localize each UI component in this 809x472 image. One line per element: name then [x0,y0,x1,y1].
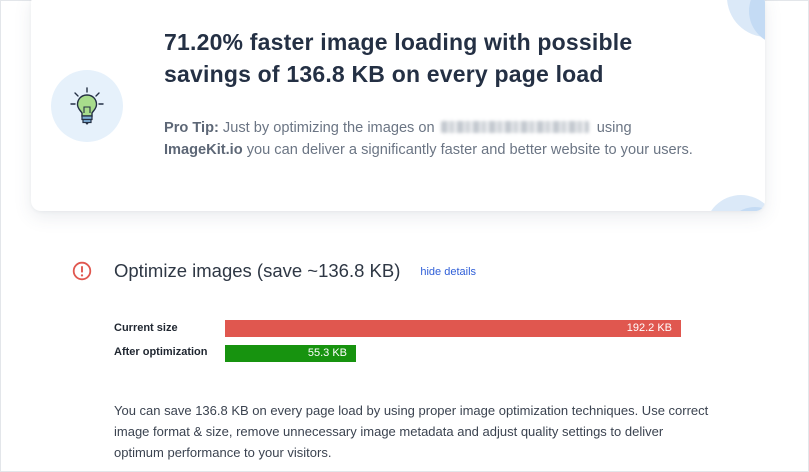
after-optimization-bar: 55.3 KB [225,345,356,362]
pro-tip-label: Pro Tip: [164,120,219,136]
pro-tip: Pro Tip: Just by optimizing the images o… [164,117,724,161]
current-size-label: Current size [114,322,178,334]
audit-summary: You can save 136.8 KB on every page load… [114,403,709,460]
redacted-url [440,120,589,133]
pro-tip-text-end: you can deliver a significantly faster a… [242,142,693,158]
pro-tip-text: Just by optimizing the images on [218,120,439,136]
hide-details-link[interactable]: hide details [420,266,476,278]
current-size-bar: 192.2 KB [225,320,681,337]
brand-name: ImageKit.io [164,142,243,158]
savings-banner: 71.20% faster image loading with possibl… [31,0,765,211]
after-optimization-label: After optimization [114,346,208,358]
report-panel: 71.20% faster image loading with possibl… [0,0,809,472]
audit-header: Optimize images (save ~136.8 KB) hide de… [72,259,476,283]
lightbulb-icon [70,87,104,125]
savings-headline: 71.20% faster image loading with possibl… [164,29,633,87]
lightbulb-badge [51,70,123,142]
pro-tip-text-after: using [592,120,632,136]
alert-circle-icon [72,261,92,281]
decorative-blob [711,195,765,211]
audit-title: Optimize images (save ~136.8 KB) [114,260,401,281]
